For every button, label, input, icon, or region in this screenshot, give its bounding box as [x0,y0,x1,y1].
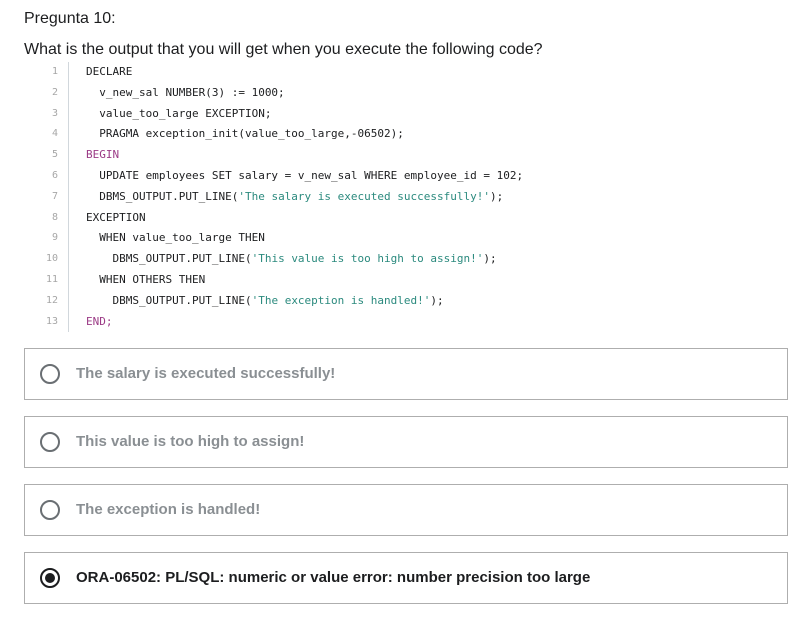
code-gutter-divider [68,207,69,229]
code-text: UPDATE employees SET salary = v_new_sal … [86,169,523,182]
code-gutter-divider [68,62,69,83]
code-gutter-divider [68,311,69,333]
code-gutter-divider [68,82,69,104]
line-number: 7 [51,190,58,202]
code-line: 8 EXCEPTION [24,207,784,229]
answer-option-label: ORA-06502: PL/SQL: numeric or value erro… [76,569,591,586]
code-text: BEGIN [86,148,119,161]
code-text: WHEN OTHERS THEN [86,273,205,286]
code-line: 6 UPDATE employees SET salary = v_new_sa… [24,165,784,187]
code-line: 12 DBMS_OUTPUT.PUT_LINE('The exception i… [24,290,784,312]
line-number: 3 [51,107,58,119]
code-token: ); [430,293,444,307]
code-line: 7 DBMS_OUTPUT.PUT_LINE('The salary is ex… [24,186,784,208]
code-line: 1 DECLARE [24,62,784,83]
code-gutter-divider [68,103,69,125]
code-block: 1 DECLARE 2 v_new_sal NUMBER(3) := 1000; 3 … [24,62,784,333]
code-gutter-divider [68,165,69,187]
radio-unselected-icon[interactable] [40,432,60,452]
line-number: 10 [45,253,58,265]
line-number: 9 [51,232,58,244]
line-number: 2 [51,86,58,98]
code-token: ); [483,252,497,266]
string-literal: 'The salary is executed successfully!' [238,189,490,203]
code-text: DBMS_OUTPUT.PUT_LINE('The salary is exec… [86,190,503,203]
answer-options: The salary is executed successfully! This… [24,348,788,620]
code-text: value_too_large EXCEPTION; [86,107,271,120]
code-token: EXCEPTION [86,210,146,224]
code-token: value_too_large EXCEPTION; [99,106,272,120]
code-line: 2 v_new_sal NUMBER(3) := 1000; [24,82,784,104]
answer-option-label: This value is too high to assign! [76,433,305,450]
code-token: DBMS_OUTPUT.PUT_LINE( [112,252,252,266]
line-number: 4 [51,128,58,140]
line-number: 12 [45,294,58,306]
code-gutter-divider [68,228,69,250]
string-literal: 'The exception is handled!' [251,293,431,307]
line-number: 13 [45,315,58,327]
code-text: END; [86,315,113,328]
code-token: DBMS_OUTPUT.PUT_LINE( [112,293,252,307]
code-token: END; [86,314,113,328]
code-gutter-divider [68,249,69,270]
code-line: 4 PRAGMA exception_init(value_too_large,… [24,124,784,146]
code-gutter-divider [68,290,69,312]
line-number: 11 [45,273,58,285]
line-number: 1 [51,66,58,77]
radio-selected-icon[interactable] [40,568,60,588]
radio-unselected-icon[interactable] [40,364,60,384]
code-token: WHEN value_too_large THEN [99,231,265,245]
code-line: 5 BEGIN [24,145,784,166]
line-number: 8 [51,211,58,223]
question-number: Pregunta 10: [24,10,116,27]
code-text: DECLARE [86,65,132,78]
answer-option-1[interactable]: The salary is executed successfully! [24,348,788,400]
code-gutter-divider [68,269,69,291]
code-line: 3 value_too_large EXCEPTION; [24,103,784,125]
code-text: EXCEPTION [86,211,146,224]
code-token: BEGIN [86,148,120,162]
code-line: 9 WHEN value_too_large THEN [24,228,784,250]
answer-option-3[interactable]: The exception is handled! [24,484,788,536]
code-text: v_new_sal NUMBER(3) := 1000; [86,85,285,99]
code-token: UPDATE employees SET salary = v_new_sal … [99,168,524,182]
code-gutter-divider [68,186,69,208]
code-line: 11 WHEN OTHERS THEN [24,269,784,291]
code-gutter-divider [68,145,69,166]
line-number: 5 [51,149,58,161]
answer-option-label: The exception is handled! [76,501,261,518]
line-number: 6 [51,169,58,181]
code-gutter-divider [68,124,69,146]
code-token: v_new_sal NUMBER(3) := 1000; [99,85,285,99]
code-token: WHEN OTHERS THEN [99,272,206,286]
code-text: WHEN value_too_large THEN [86,231,265,244]
code-token: ); [490,189,504,203]
code-text: DBMS_OUTPUT.PUT_LINE('This value is too … [86,252,497,265]
code-token: DBMS_OUTPUT.PUT_LINE( [99,189,239,203]
code-line: 10 DBMS_OUTPUT.PUT_LINE('This value is t… [24,249,784,270]
answer-option-2[interactable]: This value is too high to assign! [24,416,788,468]
answer-option-4[interactable]: ORA-06502: PL/SQL: numeric or value erro… [24,552,788,604]
code-line: 13 END; [24,311,784,333]
string-literal: 'This value is too high to assign!' [251,252,484,266]
code-text: PRAGMA exception_init(value_too_large,-0… [86,127,404,140]
code-text: DBMS_OUTPUT.PUT_LINE('The exception is h… [86,294,444,307]
radio-unselected-icon[interactable] [40,500,60,520]
question-text: What is the output that you will get whe… [24,41,543,58]
code-token: PRAGMA exception_init(value_too_large,-0… [99,127,404,141]
answer-option-label: The salary is executed successfully! [76,365,336,382]
code-token: DECLARE [86,65,133,78]
